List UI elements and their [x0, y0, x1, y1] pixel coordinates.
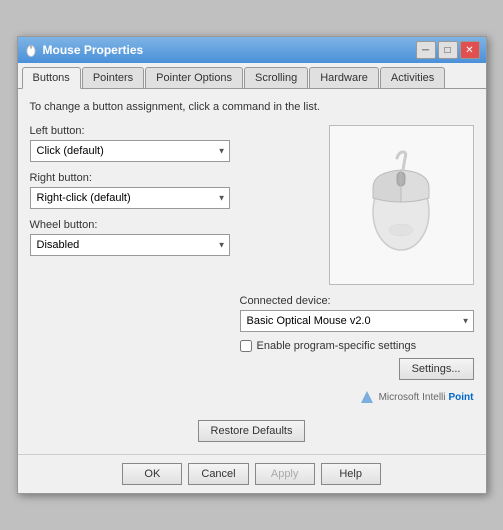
microsoft-text: Microsoft: [379, 392, 420, 403]
right-button-group: Right button: Right-click (default): [30, 172, 230, 209]
point-text: Point: [449, 392, 474, 403]
intelli-text: Intelli: [422, 392, 445, 403]
connected-section: Connected device: Basic Optical Mouse v2…: [240, 295, 474, 332]
tab-buttons[interactable]: Buttons: [22, 67, 81, 89]
main-content-row: Left button: Click (default) Right butto…: [30, 125, 474, 404]
left-button-select[interactable]: Click (default): [30, 140, 230, 162]
intellipoint-logo: Microsoft Intelli Point: [379, 392, 474, 403]
instruction-text: To change a button assignment, click a c…: [30, 101, 474, 113]
tab-hardware[interactable]: Hardware: [309, 67, 379, 88]
restore-defaults-button[interactable]: Restore Defaults: [198, 420, 306, 442]
minimize-button[interactable]: ─: [416, 41, 436, 59]
right-button-select[interactable]: Right-click (default): [30, 187, 230, 209]
program-specific-checkbox[interactable]: [240, 340, 252, 352]
wheel-button-group: Wheel button: Disabled: [30, 219, 230, 256]
title-bar: Mouse Properties ─ □ ✕: [18, 37, 486, 63]
apply-button[interactable]: Apply: [255, 463, 315, 485]
title-bar-controls: ─ □ ✕: [416, 41, 480, 59]
connected-device-select-wrapper: Basic Optical Mouse v2.0: [240, 310, 474, 332]
tab-activities[interactable]: Activities: [380, 67, 445, 88]
connected-device-select[interactable]: Basic Optical Mouse v2.0: [240, 310, 474, 332]
intellipoint-row: Microsoft Intelli Point: [240, 390, 474, 404]
wheel-button-label: Wheel button:: [30, 219, 230, 231]
left-button-select-wrapper: Click (default): [30, 140, 230, 162]
right-button-label: Right button:: [30, 172, 230, 184]
settings-button[interactable]: Settings...: [399, 358, 474, 380]
right-panel: Connected device: Basic Optical Mouse v2…: [240, 125, 474, 404]
program-specific-label: Enable program-specific settings: [257, 340, 417, 352]
mouse-illustration: [361, 150, 441, 260]
intellipoint-icon: [360, 390, 374, 404]
tab-pointers[interactable]: Pointers: [82, 67, 144, 88]
connected-device-label: Connected device:: [240, 295, 474, 307]
tab-pointer-options[interactable]: Pointer Options: [145, 67, 243, 88]
restore-btn-row: Restore Defaults: [30, 420, 474, 442]
wheel-button-select-wrapper: Disabled: [30, 234, 230, 256]
right-button-select-wrapper: Right-click (default): [30, 187, 230, 209]
left-button-group: Left button: Click (default): [30, 125, 230, 162]
footer: OK Cancel Apply Help: [18, 454, 486, 493]
cancel-button[interactable]: Cancel: [188, 463, 248, 485]
tab-bar: Buttons Pointers Pointer Options Scrolli…: [18, 63, 486, 89]
wheel-button-select[interactable]: Disabled: [30, 234, 230, 256]
main-content: To change a button assignment, click a c…: [18, 89, 486, 454]
window-title: Mouse Properties: [43, 43, 144, 57]
settings-btn-row: Settings...: [240, 358, 474, 380]
title-bar-left: Mouse Properties: [24, 43, 144, 57]
close-button[interactable]: ✕: [460, 41, 480, 59]
maximize-button[interactable]: □: [438, 41, 458, 59]
help-button[interactable]: Help: [321, 463, 381, 485]
tab-scrolling[interactable]: Scrolling: [244, 67, 308, 88]
left-panel: Left button: Click (default) Right butto…: [30, 125, 230, 404]
mouse-title-icon: [24, 43, 38, 57]
mouse-properties-window: Mouse Properties ─ □ ✕ Buttons Pointers …: [17, 36, 487, 494]
ok-button[interactable]: OK: [122, 463, 182, 485]
left-button-label: Left button:: [30, 125, 230, 137]
mouse-image-area: [329, 125, 474, 285]
checkbox-row: Enable program-specific settings: [240, 340, 474, 352]
